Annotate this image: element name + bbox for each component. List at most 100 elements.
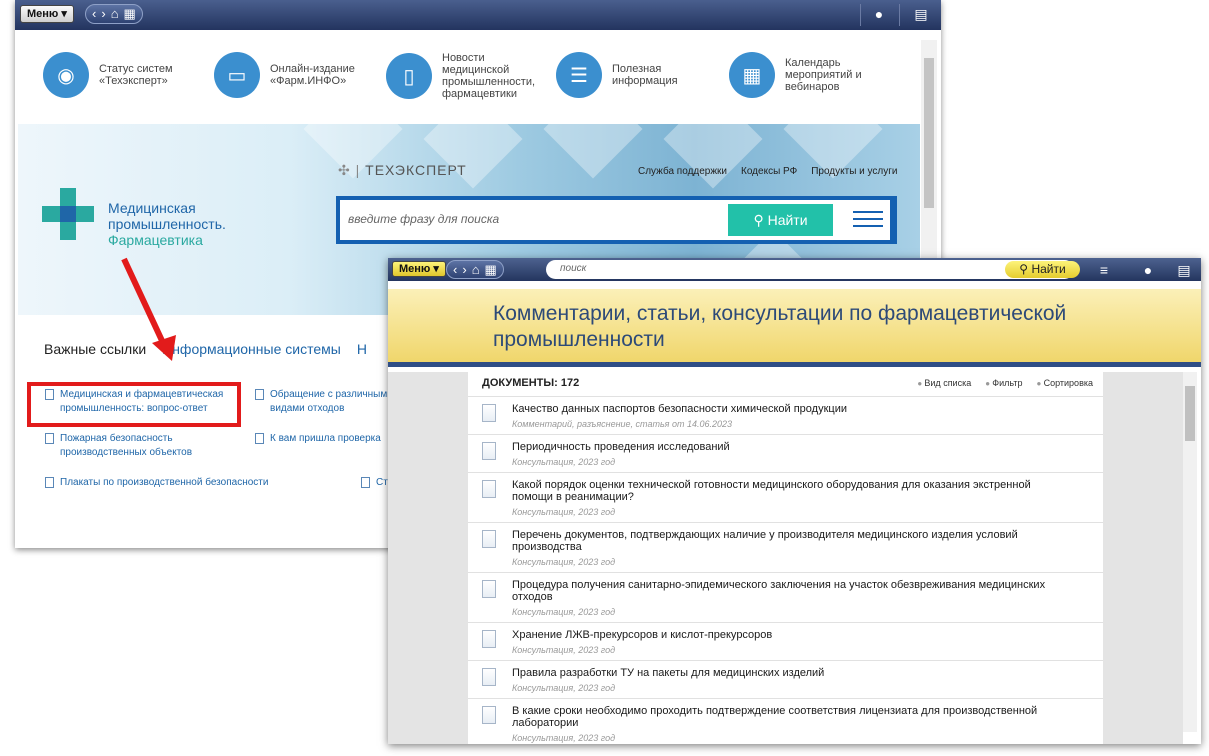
doc-title[interactable]: Периодичность проведения исследований xyxy=(512,441,1072,453)
link-posters[interactable]: Плакаты по производственной безопасности xyxy=(45,476,305,490)
left-margin xyxy=(388,372,468,744)
table-row[interactable]: Правила разработки ТУ на пакеты для меди… xyxy=(468,660,1103,698)
table-row[interactable]: Хранение ЛЖВ-прекурсоров и кислот-прекур… xyxy=(468,622,1103,660)
scrollbar[interactable] xyxy=(1183,372,1197,732)
doc-title[interactable]: В какие сроки необходимо проходить подтв… xyxy=(512,705,1072,729)
grid-icon[interactable]: ▦ xyxy=(124,5,136,23)
toolbar: Меню ▾ ‹ › ⌂ ▦ поиск ⚲ Найти ≡ ● ▤ xyxy=(388,258,1201,281)
table-row[interactable]: Какой порядок оценки технической готовно… xyxy=(468,472,1103,522)
table-row[interactable]: Перечень документов, подтверждающих нали… xyxy=(468,522,1103,572)
quick-link-calendar[interactable]: ▦ Календарь мероприятий и вебинаров xyxy=(729,52,865,98)
search-icon: ⚲ xyxy=(1019,262,1029,276)
search-icon: ⚲ xyxy=(753,212,764,228)
table-row[interactable]: Периодичность проведения исследований Ко… xyxy=(468,434,1103,472)
quick-link-label: Статус систем «Техэксперт» xyxy=(99,63,173,87)
page-header: Комментарии, статьи, консультации по фар… xyxy=(388,289,1201,367)
document-icon xyxy=(45,433,54,444)
quick-link-news[interactable]: ▯ Новости медицинской промышленности, фа… xyxy=(386,52,542,100)
products-link[interactable]: Продукты и услуги xyxy=(811,166,897,177)
forward-arrow-icon[interactable]: › xyxy=(101,5,105,23)
document-icon xyxy=(482,480,496,498)
chat-icon[interactable]: ▤ xyxy=(1174,260,1194,280)
link-label: Пожарная безопасность производственных о… xyxy=(60,433,193,458)
doc-title[interactable]: Хранение ЛЖВ-прекурсоров и кислот-прекур… xyxy=(512,629,1072,641)
back-arrow-icon[interactable]: ‹ xyxy=(92,5,96,23)
quick-link-farminfo[interactable]: ▭ Онлайн-издание «Фарм.ИНФО» xyxy=(214,52,370,98)
quick-link-status[interactable]: ◉ Статус систем «Техэксперт» xyxy=(43,52,189,98)
table-row[interactable]: Качество данных паспортов безопасности х… xyxy=(468,396,1103,434)
search-button[interactable]: ⚲ Найти xyxy=(1005,261,1080,278)
document-list: ДОКУМЕНТЫ: 172 Вид списка Фильтр Сортиро… xyxy=(468,372,1103,744)
table-row[interactable]: Процедура получения санитарно-эпидемичес… xyxy=(468,572,1103,622)
list-header: ДОКУМЕНТЫ: 172 Вид списка Фильтр Сортиро… xyxy=(468,372,1103,396)
menu-button[interactable]: Меню ▾ xyxy=(20,5,74,23)
home-icon[interactable]: ⌂ xyxy=(472,261,480,279)
site-logo-text: Медицинская промышленность. Фармацевтика xyxy=(108,200,226,248)
search-button[interactable]: ⚲ Найти xyxy=(728,204,833,236)
toolbar: Меню ▾ ‹ › ⌂ ▦ ● ▤ xyxy=(15,0,941,30)
grid-icon[interactable]: ▦ xyxy=(485,261,497,279)
quick-link-label: Новости медицинской промышленности, фарм… xyxy=(442,52,536,100)
highlight-box xyxy=(27,382,241,427)
doc-meta: Консультация, 2023 год xyxy=(512,557,616,567)
calendar-icon: ▦ xyxy=(729,52,775,98)
chat-icon[interactable]: ▤ xyxy=(911,4,931,24)
red-arrow-icon xyxy=(121,257,176,361)
scrollbar-thumb[interactable] xyxy=(1185,386,1195,441)
search-button-label: Найти xyxy=(1031,262,1066,276)
doc-meta: Комментарий, разъяснение, статья от 14.0… xyxy=(512,419,733,429)
user-icon[interactable]: ● xyxy=(1138,260,1158,280)
divider xyxy=(860,4,861,26)
link-inspection[interactable]: К вам пришла проверка xyxy=(255,432,405,446)
brand-icon: ✣ | xyxy=(338,162,366,178)
document-icon: ▯ xyxy=(386,53,432,99)
banner-links: Служба поддержки Кодексы РФ Продукты и у… xyxy=(638,166,897,177)
home-icon[interactable]: ⌂ xyxy=(111,5,119,23)
user-icon[interactable]: ● xyxy=(869,4,889,24)
hamburger-icon[interactable]: ≡ xyxy=(1094,260,1114,280)
filter-button[interactable]: Фильтр xyxy=(985,378,1022,388)
doc-meta: Консультация, 2023 год xyxy=(512,457,616,467)
clipboard-icon: ☰ xyxy=(556,52,602,98)
hamburger-icon[interactable] xyxy=(853,206,883,232)
list-tools: Вид списка Фильтр Сортировка xyxy=(917,378,1093,388)
tab-next[interactable]: Н xyxy=(357,341,367,357)
doc-title[interactable]: Правила разработки ТУ на пакеты для меди… xyxy=(512,667,1072,679)
search-input[interactable]: поиск xyxy=(546,260,1074,279)
table-row[interactable]: В какие сроки необходимо проходить подтв… xyxy=(468,698,1103,744)
document-icon xyxy=(45,477,54,488)
scrollbar-thumb[interactable] xyxy=(924,58,934,208)
list-view-button[interactable]: Вид списка xyxy=(917,378,971,388)
doc-title[interactable]: Процедура получения санитарно-эпидемичес… xyxy=(512,579,1072,603)
document-icon xyxy=(255,433,264,444)
support-link[interactable]: Служба поддержки xyxy=(638,166,727,177)
doc-meta: Консультация, 2023 год xyxy=(512,507,616,517)
link-fire-safety[interactable]: Пожарная безопасность производственных о… xyxy=(45,432,225,460)
forward-arrow-icon[interactable]: › xyxy=(462,261,466,279)
sort-button[interactable]: Сортировка xyxy=(1037,378,1093,388)
back-arrow-icon[interactable]: ‹ xyxy=(453,261,457,279)
quick-link-label: Календарь мероприятий и вебинаров xyxy=(785,57,862,93)
menu-label: Меню xyxy=(399,263,431,275)
documents-count: ДОКУМЕНТЫ: 172 xyxy=(482,377,580,389)
document-icon xyxy=(361,477,370,488)
document-icon xyxy=(482,580,496,598)
doc-title[interactable]: Перечень документов, подтверждающих нали… xyxy=(512,529,1072,553)
doc-title[interactable]: Качество данных паспортов безопасности х… xyxy=(512,403,1072,415)
doc-title[interactable]: Какой порядок оценки технической готовно… xyxy=(512,479,1072,503)
page-title: Комментарии, статьи, консультации по фар… xyxy=(493,302,1067,351)
document-icon xyxy=(482,630,496,648)
document-icon xyxy=(482,442,496,460)
link-label: Обращение с различными видами отходов xyxy=(270,389,393,414)
link-label: К вам пришла проверка xyxy=(270,433,381,444)
codes-link[interactable]: Кодексы РФ xyxy=(741,166,797,177)
quick-link-useful[interactable]: ☰ Полезная информация xyxy=(556,52,692,98)
tab-info-systems[interactable]: Информационные системы xyxy=(162,341,341,357)
divider xyxy=(899,4,900,26)
link-waste[interactable]: Обращение с различными видами отходов xyxy=(255,388,405,416)
tabs: Важные ссылки Информационные системы Н xyxy=(44,341,367,357)
menu-button[interactable]: Меню ▾ xyxy=(392,261,446,277)
doc-meta: Консультация, 2023 год xyxy=(512,683,616,693)
monitor-icon: ▭ xyxy=(214,52,260,98)
brand-logo: ✣ | ТЕХЭКСПЕРТ xyxy=(338,162,467,179)
